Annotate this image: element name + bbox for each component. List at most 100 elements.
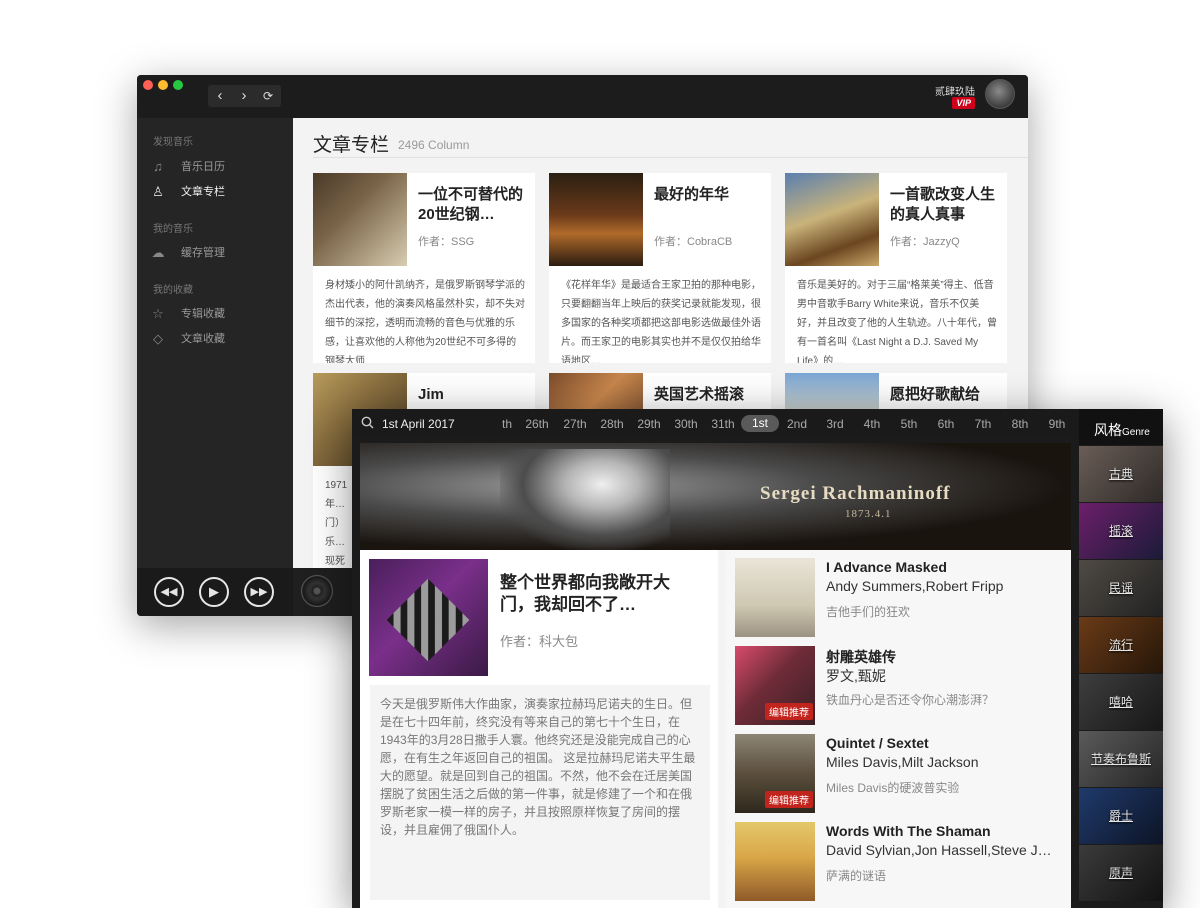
genre-item-soundtrack[interactable]: 原声 [1079,845,1163,901]
album-description: 萨满的谜语 [826,869,887,883]
article-card[interactable]: 一位不可替代的20世纪钢… 作者：SSG 身材矮小的阿什凯纳齐，是俄罗斯钢琴学派… [313,173,535,363]
article-title[interactable]: 一首歌改变人生的真人真事 [890,185,1000,225]
genre-item-rock[interactable]: 摇滚 [1079,503,1163,559]
article-author: 作者：JazzyQ [890,236,960,248]
article-title[interactable]: 愿把好歌献给 [890,385,1000,405]
sidebar-item-label: 文章专栏 [181,186,225,198]
genre-item-jazz[interactable]: 爵士 [1079,788,1163,844]
genre-header: 风格Genre [1079,409,1163,445]
featured-album-cover[interactable] [369,559,488,676]
search-icon[interactable] [361,416,375,430]
genre-item-classical[interactable]: 古典 [1079,446,1163,502]
article-title[interactable]: 最好的年华 [654,185,764,205]
sidebar-item-label: 缓存管理 [181,247,225,259]
sidebar-item-album-favorites[interactable]: ☆ 专辑收藏 [151,304,291,324]
article-excerpt: 1971年…门）乐…现死于…天纪念… [325,480,348,567]
day-tab[interactable]: 31th [706,417,740,431]
article-title[interactable]: Jim [418,385,528,405]
list-item[interactable]: 编辑推荐 射雕英雄传 罗文,甄妮 铁血丹心是否还令你心潮澎湃？ [735,646,1065,726]
close-window-button[interactable] [143,80,153,90]
day-tab[interactable]: 6th [929,417,963,431]
list-item[interactable]: 编辑推荐 Quintet / Sextet Miles Davis,Milt J… [735,734,1065,814]
day-tab[interactable]: 2nd [780,417,814,431]
genre-label: 摇滚 [1108,524,1133,538]
album-title[interactable]: I Advance Masked [826,559,947,575]
album-title[interactable]: Quintet / Sextet [826,735,929,751]
album-title[interactable]: 射雕英雄传 [826,647,896,667]
genre-item-hiphop[interactable]: 嘻哈 [1079,674,1163,730]
forward-icon[interactable]: › [232,85,256,107]
day-tab[interactable]: 29th [632,417,666,431]
date-bar: 1st April 2017 th 26th 27th 28th 29th 30… [352,409,1079,438]
article-title[interactable]: 英国艺术摇滚 [654,385,764,405]
sidebar-item-article-favorites[interactable]: ◇ 文章收藏 [151,329,291,349]
day-tab[interactable]: 3rd [818,417,852,431]
list-item[interactable]: Words With The Shaman David Sylvian,Jon … [735,822,1065,902]
album-artist: Miles Davis,Milt Jackson [826,754,979,770]
star-icon: ☆ [152,306,164,321]
day-tab[interactable]: 26th [520,417,554,431]
minimize-window-button[interactable] [158,80,168,90]
article-card[interactable]: 最好的年华 作者：CobraCB 《花样年华》是最适合王家卫拍的那种电影，只要翻… [549,173,771,363]
sidebar-section-discover: 发现音乐 [153,137,193,148]
sidebar-item-label: 音乐日历 [181,161,225,173]
cloud-icon: ☁ [151,245,165,260]
column-count: 2496 Column [398,138,470,152]
article-author: 作者：CobraCB [654,236,733,248]
sidebar-item-cache[interactable]: ☁ 缓存管理 [151,243,291,263]
day-tab[interactable]: th [490,417,524,431]
refresh-icon[interactable]: ⟳ [256,85,280,107]
article-title[interactable]: 一位不可替代的20世纪钢… [418,185,528,225]
tag-icon: ◇ [153,331,163,346]
album-cover[interactable] [735,558,815,637]
genre-label: 嘻哈 [1108,695,1133,709]
list-item[interactable]: I Advance Masked Andy Summers,Robert Fri… [735,558,1065,638]
featured-article[interactable]: 整个世界都向我敞开大门，我却回不了… 作者：科大包 今天是俄罗斯伟大作曲家，演奏… [360,550,718,908]
day-tab[interactable]: 4th [855,417,889,431]
day-tab[interactable]: 28th [595,417,629,431]
current-date[interactable]: 1st April 2017 [382,417,455,431]
album-artist: Andy Summers,Robert Fripp [826,578,1004,594]
next-track-icon[interactable]: ▶▶ [244,577,274,607]
day-tab[interactable]: 30th [669,417,703,431]
album-description: Miles Davis的硬波普实验 [826,781,960,795]
album-description: 铁血丹心是否还令你心潮澎湃？ [826,693,995,707]
vinyl-disc-icon[interactable] [301,575,333,607]
sidebar-item-article-column[interactable]: ♙ 文章专栏 [151,182,291,202]
avatar[interactable] [985,79,1015,109]
article-card[interactable]: 一首歌改变人生的真人真事 作者：JazzyQ 音乐是美好的。对于三届“格莱美”得… [785,173,1007,363]
article-excerpt: 身材矮小的阿什凯纳齐，是俄罗斯钢琴学派的杰出代表，他的演奏风格虽然朴实，却不失对… [325,280,525,363]
day-tab[interactable]: 7th [966,417,1000,431]
article-cover-image [785,173,879,266]
previous-track-icon[interactable]: ◀◀ [154,577,184,607]
day-tab[interactable]: 9th [1040,417,1074,431]
genre-item-folk[interactable]: 民谣 [1079,560,1163,616]
back-icon[interactable]: ‹ [208,85,232,107]
sidebar-item-music-calendar[interactable]: ♫ 音乐日历 [151,157,291,177]
featured-article-author: 作者：科大包 [500,634,579,649]
album-list: I Advance Masked Andy Summers,Robert Fri… [726,550,1071,908]
day-tab[interactable]: 5th [892,417,926,431]
sidebar-item-label: 文章收藏 [181,333,225,345]
zoom-window-button[interactable] [173,80,183,90]
editor-pick-badge: 编辑推荐 [765,703,813,720]
day-tab[interactable]: 27th [558,417,592,431]
album-title[interactable]: Words With The Shaman [826,823,991,839]
person-icon: ♙ [152,184,164,199]
composer-banner[interactable]: Sergei Rachmaninoff 1873.4.1 [360,443,1071,550]
user-name[interactable]: 贰肆玖陆 [935,83,975,98]
play-icon[interactable]: ▶ [199,577,229,607]
featured-article-text: 今天是俄罗斯伟大作曲家，演奏家拉赫玛尼诺夫的生日。但是在七十四年前，终究没有等来… [370,685,710,900]
featured-article-title[interactable]: 整个世界都向我敞开大门，我却回不了… [500,572,700,616]
genre-item-rnb[interactable]: 节奏布鲁斯 [1079,731,1163,787]
genre-title: 风格Genre [1094,422,1150,438]
player-bar: ◀◀ ▶ ▶▶ [137,568,293,616]
genre-label: 古典 [1108,467,1133,481]
album-cover[interactable] [735,822,815,901]
genre-item-pop[interactable]: 流行 [1079,617,1163,673]
nav-group: ‹ › ⟳ [208,85,281,107]
vip-badge: VIP [952,97,975,109]
day-tab[interactable]: 8th [1003,417,1037,431]
day-tab-active[interactable]: 1st [741,415,779,432]
sidebar-section-favorites: 我的收藏 [153,285,193,296]
